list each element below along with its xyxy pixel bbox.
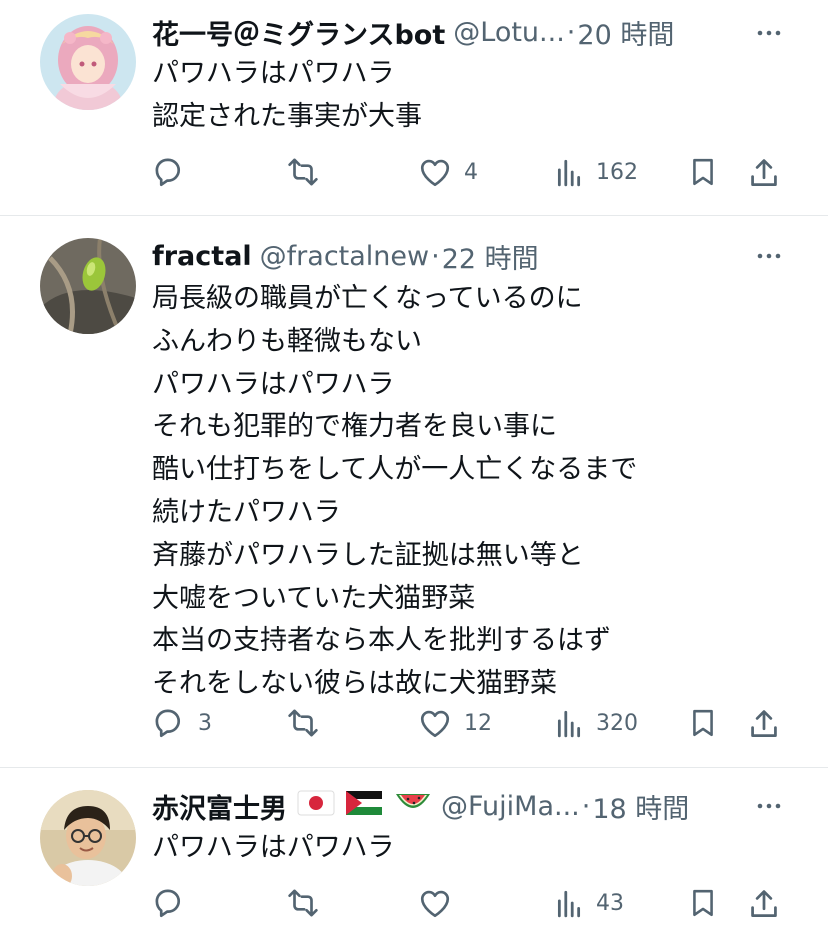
reply-button[interactable]: 3 [152,703,212,743]
share-icon [751,890,777,917]
view-count: 320 [596,710,638,736]
bookmark-icon [693,889,713,917]
heart-icon [420,159,450,187]
user-handle[interactable]: @Lotu... [453,17,565,48]
share-button[interactable] [748,152,780,192]
tweet-3[interactable]: 赤沢富士男 @FujiMa... · 18 時間 パワハラはパワハラ 43 [0,768,828,939]
user-handle[interactable]: @FujiMa... [441,791,580,822]
view-count: 43 [596,890,624,916]
tweet-text: パワハラはパワハラ [152,827,788,870]
views-icon [557,159,581,187]
like-button[interactable] [418,883,464,923]
more-icon [757,30,781,36]
tweet-line: パワハラはパワハラ [152,58,395,89]
watermelon-icon [393,788,433,825]
separator-dot: · [431,240,440,272]
more-options-button[interactable] [754,241,784,271]
action-bar: 4 162 [152,152,792,192]
display-name[interactable]: 赤沢富士男 [152,787,287,826]
view-count: 162 [596,159,638,185]
views-button[interactable]: 162 [554,152,638,192]
display-name[interactable]: 花一号＠ミグランスbot [152,13,445,52]
retweet-icon [288,158,318,186]
tweet-line: 続けたパワハラ [152,496,341,528]
tweet-line: 酷い仕打ちをして人が一人亡くなるまで [152,454,638,486]
tweet-header: 花一号＠ミグランスbot @Lotu... · 20 時間 [152,12,756,52]
more-icon [757,253,781,259]
heart-icon [420,890,450,918]
reply-icon [155,158,181,187]
user-handle[interactable]: @fractalnew [260,241,429,272]
tweet-line: パワハラはパワハラ [152,368,395,400]
person-photo-avatar-icon [40,790,136,886]
more-options-button[interactable] [754,791,784,821]
tweet-1[interactable]: 花一号＠ミグランスbot @Lotu... · 20 時間 パワハラはパワハラ … [0,0,828,216]
timestamp[interactable]: 20 時間 [577,13,674,52]
tweet-line: 大嘘をついていた犬猫野菜 [152,582,476,614]
share-button[interactable] [748,883,780,923]
retweet-icon [288,709,318,737]
retweet-button[interactable] [286,703,332,743]
retweet-button[interactable] [286,152,332,192]
tweet-line: 斉藤がパワハラした証拠は無い等と [152,539,584,571]
tweet-line: 局長級の職員が亡くなっているのに [152,283,583,314]
tweet-line: それをしない彼らは故に犬猫野菜 [152,668,557,700]
tweet-header: 赤沢富士男 @FujiMa... · 18 時間 [152,786,756,826]
views-icon [557,710,581,738]
bookmark-icon [693,709,713,737]
tweet-line: 認定された事実が大事 [152,100,422,132]
bookmark-button[interactable] [688,152,718,192]
more-icon [757,803,781,809]
tweet-line: ふんわりも軽微もない [152,325,422,357]
views-button[interactable]: 43 [554,883,624,923]
reply-count: 3 [198,710,212,736]
anime-girl-avatar-icon [40,14,136,110]
action-bar: 43 [152,883,792,923]
tweet-line: それも犯罪的で権力者を良い事に [152,411,557,443]
tweet-text: パワハラはパワハラ 認定された事実が大事 [152,53,788,139]
reply-button[interactable] [152,152,198,192]
retweet-button[interactable] [286,883,332,923]
more-options-button[interactable] [754,18,784,48]
tweet-2[interactable]: fractal @fractalnew · 22 時間 局長級の職員が亡くなって… [0,216,828,767]
tweet-line: 本当の支持者なら本人を批判するはず [152,625,611,657]
tweet-text: 局長級の職員が亡くなっているのに ふんわりも軽微もない パワハラはパワハラ それ… [152,278,788,706]
share-icon [751,710,777,737]
palestine-flag-icon [345,789,383,824]
avatar-fractal[interactable] [40,238,136,334]
seed-pod-avatar-icon [40,238,136,334]
avatar-person[interactable] [40,790,136,886]
heart-icon [420,710,450,738]
display-name[interactable]: fractal [152,241,252,272]
like-count: 4 [464,159,478,185]
share-button[interactable] [748,703,780,743]
action-bar: 3 12 320 [152,703,792,743]
share-icon [751,159,777,186]
bookmark-icon [693,158,713,186]
views-button[interactable]: 320 [554,703,638,743]
reply-button[interactable] [152,883,198,923]
bookmark-button[interactable] [688,703,718,743]
like-button[interactable]: 4 [418,152,478,192]
like-count: 12 [464,710,492,736]
timestamp[interactable]: 22 時間 [442,237,539,276]
like-button[interactable]: 12 [418,703,492,743]
separator-dot: · [566,16,576,48]
japan-flag-icon [297,789,335,824]
retweet-icon [288,889,318,917]
tweet-header: fractal @fractalnew · 22 時間 [152,236,756,276]
reply-icon [155,889,181,918]
views-icon [557,890,581,918]
bookmark-button[interactable] [688,883,718,923]
timestamp[interactable]: 18 時間 [592,787,689,826]
reply-icon [155,709,181,738]
avatar-anime-girl[interactable] [40,14,136,110]
tweet-line: パワハラはパワハラ [152,832,395,863]
separator-dot: · [581,790,591,822]
